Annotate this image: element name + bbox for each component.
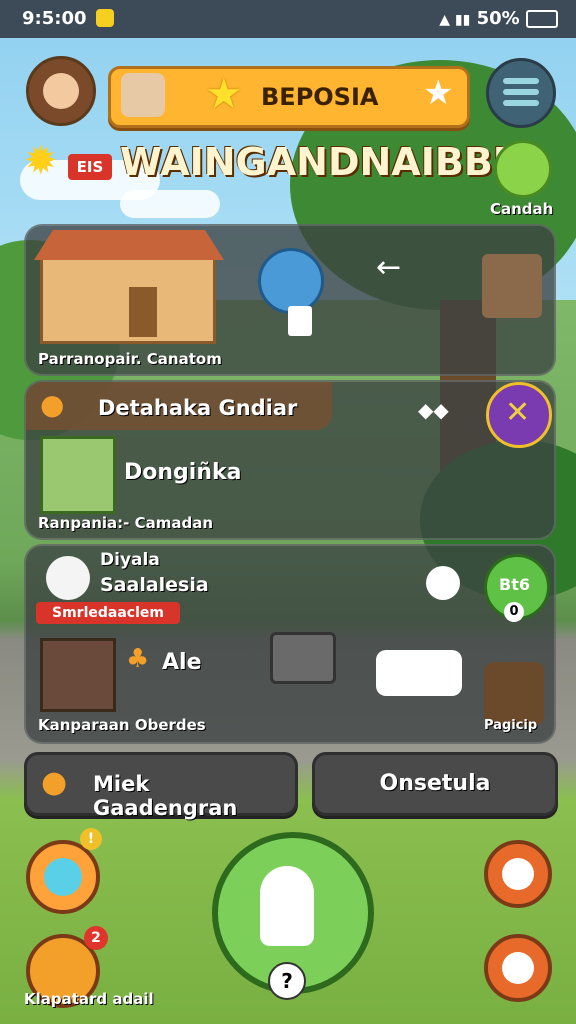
creature-icon bbox=[44, 858, 82, 896]
target-icon[interactable] bbox=[258, 248, 324, 314]
menu-button[interactable] bbox=[486, 58, 556, 128]
sword-icon: ✕ bbox=[505, 395, 531, 430]
items-tag: Smrledaaclem bbox=[36, 602, 180, 624]
game-title: WAINGANDNAIBBI bbox=[120, 140, 507, 184]
items-title-1: Diyala bbox=[100, 550, 160, 570]
mascot-icon[interactable] bbox=[494, 140, 552, 198]
banner-label: BEPOSIA bbox=[261, 83, 379, 111]
pet-button-bottom[interactable] bbox=[484, 934, 552, 1002]
star-outline-icon: ★ bbox=[423, 73, 454, 113]
bed-icon bbox=[376, 650, 462, 696]
diamond-icon: ◆◆ bbox=[418, 398, 449, 422]
plant-label: Pagicip bbox=[484, 718, 538, 733]
items-caption: Kanparaan Oberdes bbox=[38, 716, 206, 734]
house-panel[interactable]: ← Parranopair. Canatom bbox=[24, 224, 556, 376]
center-badge: ? bbox=[268, 962, 306, 1000]
bottle-label: Bt6 bbox=[499, 575, 530, 594]
house-caption: Parranopair. Canatom bbox=[38, 350, 222, 368]
player-avatar[interactable] bbox=[26, 56, 96, 126]
house-icon bbox=[40, 254, 216, 344]
plant-small-icon: ♣ bbox=[126, 644, 150, 674]
plant-button[interactable] bbox=[484, 662, 544, 726]
status-time: 9:5:00 bbox=[22, 8, 87, 29]
notification-icon bbox=[96, 9, 114, 27]
tools-button[interactable]: ✕ bbox=[486, 382, 552, 448]
roof bbox=[34, 230, 224, 260]
cat-icon: ● bbox=[41, 765, 68, 800]
quest-title: Detahaka Gndiar bbox=[98, 396, 298, 420]
truck-icon bbox=[270, 632, 336, 684]
notif-bottom: 2 bbox=[84, 926, 108, 950]
paw-icon: ● bbox=[40, 388, 65, 421]
chest-icon bbox=[40, 638, 116, 712]
menu-icon bbox=[503, 78, 539, 84]
marker-icon bbox=[288, 306, 312, 336]
right-action-label: Onsetula bbox=[379, 771, 491, 796]
quest-name: Dongiñka bbox=[124, 460, 242, 485]
avatar-face-icon bbox=[43, 73, 79, 109]
star-icon: ★ bbox=[205, 69, 243, 118]
left-action-button[interactable]: ● Miek Gaadengran bbox=[24, 752, 298, 820]
pet-icon bbox=[502, 952, 534, 984]
badge-left: EIS bbox=[68, 154, 112, 180]
quest-panel[interactable]: ● Detahaka Gndiar ◆◆ ✕ Dongiñka Ranpania… bbox=[24, 380, 556, 540]
character-icon bbox=[121, 73, 165, 117]
creature-button[interactable] bbox=[26, 840, 100, 914]
sun-icon: ✹ bbox=[24, 138, 58, 184]
mascot-label: Candah bbox=[490, 200, 554, 218]
bottom-caption: Klapatard adail bbox=[24, 990, 154, 1008]
pet-button-top[interactable] bbox=[484, 840, 552, 908]
bottle-sub: 0 bbox=[504, 602, 524, 622]
toggle-icon[interactable] bbox=[426, 566, 460, 600]
pet-icon bbox=[502, 858, 534, 890]
right-action-button[interactable]: Onsetula bbox=[312, 752, 558, 816]
cart-icon[interactable] bbox=[482, 254, 542, 318]
cloud bbox=[120, 190, 220, 218]
quest-portrait bbox=[40, 436, 116, 514]
items-title-2: Saalalesia bbox=[100, 574, 209, 596]
left-action-label: Miek Gaadengran bbox=[93, 772, 238, 820]
quest-caption: Ranpania:- Camadan bbox=[38, 514, 214, 532]
battery-percent: 50% bbox=[476, 8, 520, 29]
pet-icon bbox=[46, 556, 90, 600]
items-count: Ale bbox=[162, 650, 202, 675]
status-bar: 9:5:00 ▲ ▮▮ 50% bbox=[0, 0, 576, 38]
wifi-icon: ▲ ▮▮ bbox=[439, 12, 471, 28]
status-indicators: ▲ ▮▮ 50% bbox=[439, 8, 558, 29]
help-icon bbox=[260, 866, 314, 946]
quest-banner[interactable]: ★ BEPOSIA ★ bbox=[108, 66, 470, 128]
door bbox=[129, 287, 157, 337]
battery-icon bbox=[526, 10, 558, 28]
notif-top: ! bbox=[80, 828, 102, 850]
arrow-left-icon: ← bbox=[376, 250, 402, 285]
items-panel[interactable]: Diyala Saalalesia Smrledaaclem Bt6 0 ♣ A… bbox=[24, 544, 556, 744]
